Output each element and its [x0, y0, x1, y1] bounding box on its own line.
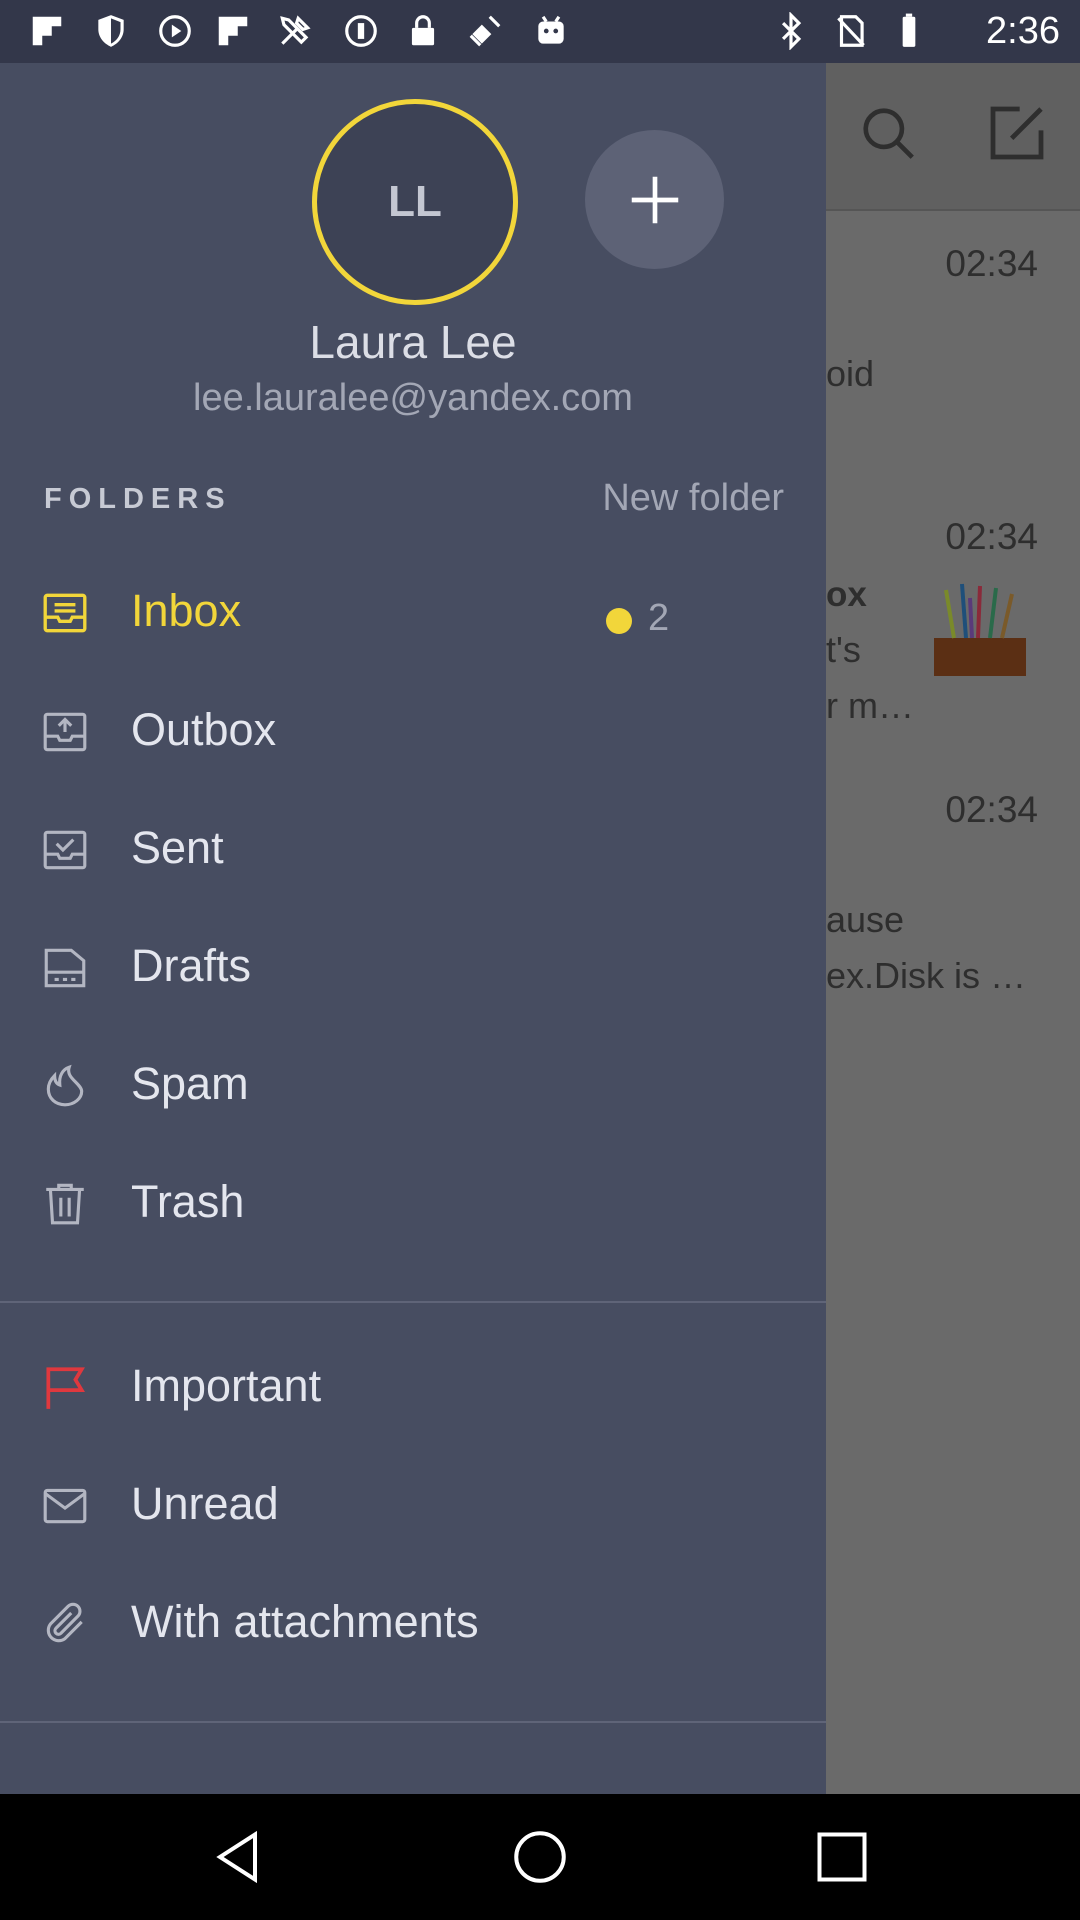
trash-icon	[46, 1183, 84, 1225]
outbox-icon	[43, 712, 87, 752]
status-time: 2:36	[986, 10, 1060, 52]
search-icon[interactable]	[858, 103, 920, 165]
plus-icon	[631, 176, 678, 223]
folders-heading: FOLDERS	[44, 483, 232, 515]
mail-snippet: ause	[826, 899, 905, 940]
navigation-drawer: LL Laura Lee lee.lauralee@yandex.com FOL…	[0, 63, 826, 1794]
mail-time: 02:34	[945, 789, 1038, 830]
folder-label: Outbox	[131, 704, 277, 755]
folder-label: Drafts	[131, 940, 252, 991]
divider	[0, 1301, 826, 1303]
shield-icon	[98, 15, 124, 47]
divider	[0, 1721, 826, 1723]
recents-icon[interactable]	[812, 1827, 872, 1887]
android-icon	[538, 15, 564, 44]
filter-label: Unread	[131, 1478, 279, 1529]
home-icon[interactable]	[510, 1827, 570, 1887]
lock-icon	[411, 15, 435, 46]
mail-snippet: oid	[826, 353, 875, 394]
flipboard-icon	[218, 16, 248, 46]
account-email: lee.lauralee@yandex.com	[193, 377, 633, 419]
mail-snippet: r m…	[826, 685, 914, 726]
spam-flame-icon	[46, 1064, 84, 1107]
folder-item-inbox[interactable]: Inbox 2	[0, 563, 826, 673]
mail-time: 02:34	[945, 516, 1038, 557]
account-name: Laura Lee	[309, 316, 517, 368]
folder-item-outbox[interactable]: Outbox	[0, 682, 826, 792]
info-circle-icon	[345, 15, 377, 47]
flipboard-icon	[32, 16, 62, 46]
system-nav-bar	[0, 1794, 1080, 1920]
avatar-initials: LL	[388, 177, 442, 226]
back-icon[interactable]	[210, 1827, 270, 1887]
compose-icon[interactable]	[985, 101, 1049, 165]
folder-label: Spam	[131, 1058, 249, 1109]
filter-label: With attachments	[131, 1596, 479, 1647]
mail-time: 02:34	[945, 243, 1038, 284]
avatar[interactable]: LL	[312, 99, 518, 305]
folder-item-drafts[interactable]: Drafts	[0, 918, 826, 1028]
envelope-icon	[43, 1488, 87, 1524]
folder-label: Sent	[131, 822, 224, 873]
mail-snippet: ex.Disk is …	[826, 955, 1027, 996]
sent-icon	[43, 830, 87, 870]
filter-item-unread[interactable]: Unread	[0, 1456, 826, 1566]
folder-item-sent[interactable]: Sent	[0, 800, 826, 910]
filter-item-important[interactable]: Important	[0, 1338, 826, 1448]
unread-dot	[606, 608, 632, 634]
folder-item-trash[interactable]: Trash	[0, 1154, 826, 1264]
fake-gps-satellite-icon	[469, 15, 501, 47]
drafts-icon	[44, 948, 86, 988]
battery-icon	[902, 13, 916, 47]
mail-snippet: t's	[826, 629, 861, 670]
tools-icon	[280, 15, 311, 45]
folder-item-spam[interactable]: Spam	[0, 1036, 826, 1146]
no-sim-icon	[837, 15, 865, 47]
mail-subject: ox	[826, 575, 867, 614]
folder-label: Trash	[131, 1176, 245, 1227]
status-bar: 2:36	[0, 0, 1080, 63]
flag-icon	[46, 1367, 85, 1409]
paperclip-icon	[46, 1602, 83, 1643]
add-account-button[interactable]	[585, 130, 724, 269]
filter-item-with-attachments[interactable]: With attachments	[0, 1574, 826, 1684]
unread-count: 2	[648, 597, 670, 639]
new-folder-button[interactable]: New folder	[602, 477, 784, 520]
filter-label: Important	[131, 1360, 322, 1411]
bluetooth-icon	[781, 12, 802, 50]
pencil-cup-thumbnail	[934, 583, 1026, 676]
inbox-icon	[43, 593, 87, 633]
folder-label: Inbox	[131, 585, 242, 636]
play-icon	[159, 15, 191, 47]
